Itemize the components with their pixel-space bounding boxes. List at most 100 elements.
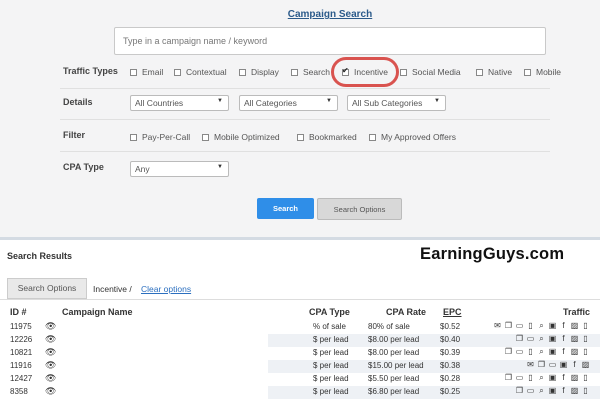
checkbox-mobile[interactable]: Mobile — [524, 67, 561, 77]
row-id[interactable]: 8358 — [10, 387, 28, 396]
row-id[interactable]: 11975 — [10, 322, 32, 331]
eye-icon[interactable]: 👁 — [45, 360, 56, 371]
windows-icon: ❐ — [515, 334, 524, 343]
eye-icon[interactable]: 👁 — [45, 334, 56, 345]
checkbox-display[interactable]: Display — [239, 67, 279, 77]
checkbox-native[interactable]: Native — [476, 67, 512, 77]
checkbox-email[interactable]: Email — [130, 67, 163, 77]
checkbox-icon[interactable] — [291, 68, 298, 76]
checkbox-icon[interactable] — [239, 68, 246, 76]
column-header-cpa-type[interactable]: CPA Type — [309, 307, 350, 317]
checkbox-icon[interactable] — [524, 68, 531, 76]
divider — [60, 88, 550, 89]
row-id[interactable]: 12427 — [10, 374, 32, 383]
row-id[interactable]: 12226 — [10, 335, 32, 344]
sub-categories-select-value: All Sub Categories — [352, 98, 423, 108]
search-icon: ⌕ — [539, 334, 544, 343]
traffic-icons: ✉ ❐ ▭ ▯ ⌕ ▣ f ▨ ▯ — [493, 321, 590, 330]
column-header-epc[interactable]: EPC — [443, 307, 462, 317]
eye-icon[interactable]: 👁 — [45, 373, 56, 384]
checkbox-label: Contextual — [186, 67, 227, 77]
row-id[interactable]: 11916 — [10, 361, 32, 370]
table-row[interactable]: 12427 👁 $ per lead $5.50 per lead $0.28 ❐ ▭ ▯ ⌕ ▣… — [0, 373, 600, 386]
checkbox-contextual[interactable]: Contextual — [174, 67, 227, 77]
chevron-down-icon: ▼ — [217, 98, 223, 104]
cpa-type-select[interactable]: Any ▼ — [130, 161, 229, 177]
monitor-icon: ▭ — [515, 373, 524, 382]
search-button[interactable]: Search — [257, 198, 314, 219]
table-row[interactable]: 12226 👁 $ per lead $8.00 per lead $0.40 ❐ ▭ ⌕ ▣ f… — [0, 334, 600, 347]
checkbox-label: Social Media — [412, 67, 461, 77]
checkbox-icon[interactable] — [400, 68, 407, 76]
column-header-traffic[interactable]: Traffic — [563, 307, 590, 317]
facebook-icon: f — [562, 347, 565, 356]
mobile-icon: ▯ — [583, 334, 588, 343]
traffic-icons: ❐ ▭ ▯ ⌕ ▣ f ▨ ▯ — [504, 347, 590, 356]
cpa-type-label: CPA Type — [63, 162, 104, 172]
watermark: EarningGuys.com — [420, 245, 565, 263]
checkbox-icon[interactable] — [297, 133, 304, 141]
sub-categories-select[interactable]: All Sub Categories ▼ — [347, 95, 446, 111]
checkbox-social-media[interactable]: Social Media — [400, 67, 461, 77]
eye-icon[interactable]: 👁 — [45, 386, 56, 397]
checkbox-bookmarked[interactable]: Bookmarked — [297, 132, 357, 142]
checkbox-icon[interactable] — [130, 133, 137, 141]
row-cpa-type: $ per lead — [313, 361, 349, 370]
checkbox-mobile-optimized[interactable]: Mobile Optimized — [202, 132, 280, 142]
checkbox-icon[interactable] — [202, 133, 209, 141]
search-icon: ⌕ — [539, 347, 544, 356]
campaign-search-title[interactable]: Campaign Search — [0, 9, 600, 20]
checkbox-label: Email — [142, 67, 164, 77]
checkbox-label: Bookmarked — [309, 132, 357, 142]
eye-icon[interactable]: 👁 — [45, 347, 56, 358]
money-icon: ▣ — [548, 373, 557, 382]
column-header-campaign-name[interactable]: Campaign Name — [62, 307, 133, 317]
checkbox-icon[interactable] — [476, 68, 483, 76]
search-options-tab[interactable]: Search Options — [7, 278, 87, 299]
email-icon: ✉ — [494, 321, 501, 330]
row-cpa-type: $ per lead — [313, 348, 349, 357]
table-row[interactable]: 11975 👁 % of sale 80% of sale $0.52 ✉ ❐ ▭ ▯ ⌕ ▣ f ▨ ▯ — [0, 321, 600, 334]
checkbox-label: Native — [488, 67, 513, 77]
row-cpa-rate: $8.00 per lead — [368, 348, 420, 357]
windows-icon: ❐ — [504, 321, 513, 330]
campaign-search-input[interactable] — [114, 27, 546, 55]
traffic-icons: ✉ ❐ ▭ ▣ f ▨ — [526, 360, 590, 369]
checkbox-icon[interactable] — [174, 68, 181, 76]
clear-options-link[interactable]: Clear options — [141, 284, 191, 294]
checkbox-my-approved-offers[interactable]: My Approved Offers — [369, 132, 456, 142]
email-icon: ✉ — [527, 360, 534, 369]
row-id[interactable]: 10821 — [10, 348, 32, 357]
checkbox-icon[interactable] — [130, 68, 137, 76]
traffic-icons: ❐ ▭ ⌕ ▣ f ▨ ▯ — [515, 334, 590, 343]
table-row[interactable]: 10821 👁 $ per lead $8.00 per lead $0.39 ❐ ▭ ▯ ⌕ ▣… — [0, 347, 600, 360]
monitor-icon: ▭ — [548, 360, 557, 369]
search-icon: ⌕ — [539, 373, 544, 382]
image-icon: ▨ — [570, 373, 579, 382]
row-epc: $0.40 — [440, 335, 461, 344]
details-label: Details — [63, 97, 93, 107]
row-cpa-type: $ per lead — [313, 387, 349, 396]
checkbox-label: My Approved Offers — [381, 132, 456, 142]
monitor-icon: ▭ — [515, 347, 524, 356]
search-options-button[interactable]: Search Options — [317, 198, 402, 220]
checkbox-pay-per-call[interactable]: Pay-Per-Call — [130, 132, 190, 142]
countries-select[interactable]: All Countries ▼ — [130, 95, 229, 111]
facebook-icon: f — [562, 373, 565, 382]
categories-select[interactable]: All Categories ▼ — [239, 95, 338, 111]
mobile-icon: ▯ — [583, 386, 588, 395]
row-epc: $0.28 — [440, 374, 461, 383]
monitor-icon: ▭ — [526, 386, 535, 395]
checkbox-icon[interactable] — [369, 133, 376, 141]
table-row[interactable]: 11916 👁 $ per lead $15.00 per lead $0.38 ✉ ❐ ▭ ▣… — [0, 360, 600, 373]
column-header-cpa-rate[interactable]: CPA Rate — [386, 307, 426, 317]
windows-icon: ❐ — [504, 373, 513, 382]
column-header-id[interactable]: ID # — [10, 307, 27, 317]
search-icon: ⌕ — [539, 386, 544, 395]
eye-icon[interactable]: 👁 — [45, 321, 56, 332]
row-cpa-type: $ per lead — [313, 335, 349, 344]
money-icon: ▣ — [548, 321, 557, 330]
facebook-icon: f — [562, 321, 565, 330]
table-row[interactable]: 8358 👁 $ per lead $6.80 per lead $0.25 ❐ ▭ ⌕ ▣ f ▨… — [0, 386, 600, 399]
checkbox-search[interactable]: Search — [291, 67, 330, 77]
